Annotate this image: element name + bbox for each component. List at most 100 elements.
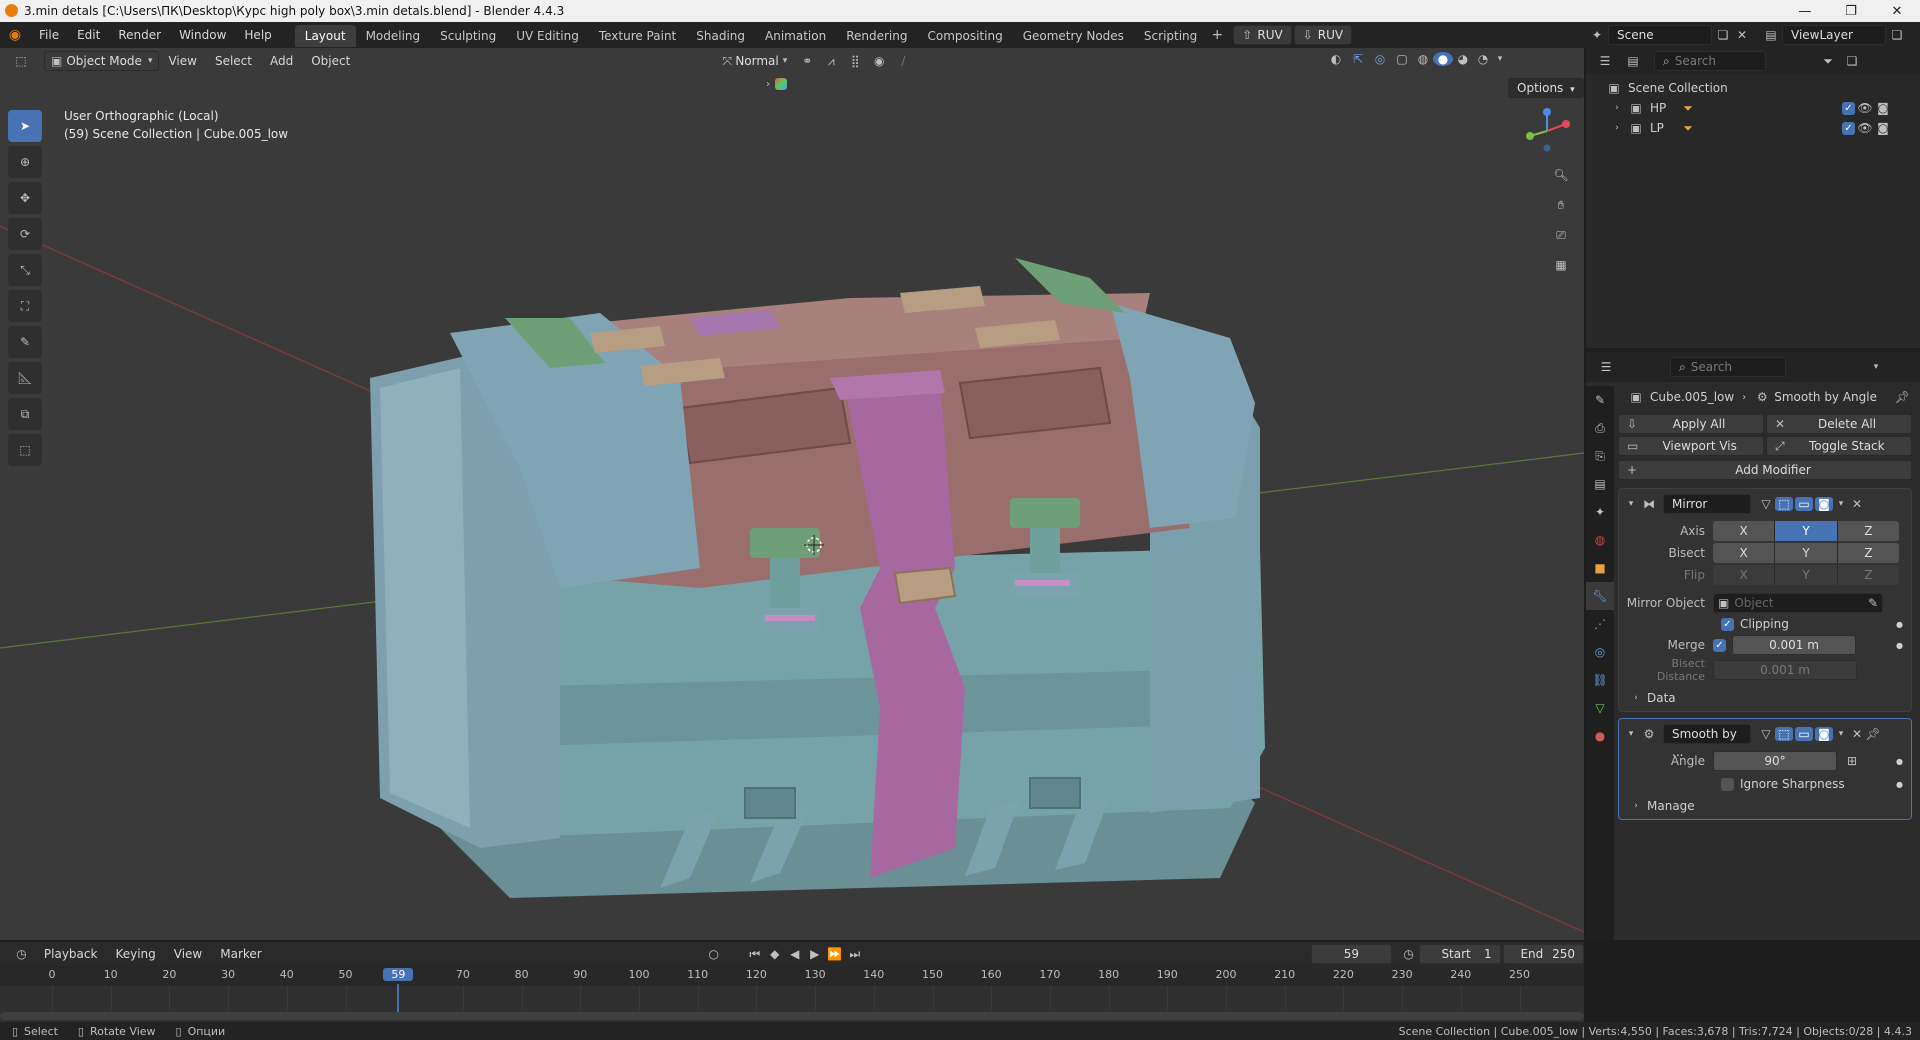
mode-dropdown[interactable]: ▣ Object Mode ▾ <box>44 51 160 71</box>
keyframe-dot-icon[interactable]: ● <box>1896 780 1903 789</box>
stopwatch-icon[interactable]: ◷ <box>1398 947 1419 961</box>
display-mode-icon[interactable]: ▤ <box>1618 54 1648 68</box>
viewlayer-selector[interactable]: ▤ ViewLayer ❏ <box>1760 25 1908 45</box>
prev-keyframe-icon[interactable]: ◆ <box>765 947 785 961</box>
navigation-gizmo[interactable] <box>1522 106 1572 156</box>
tab-layout[interactable]: Layout <box>294 25 356 47</box>
blender-menu-icon[interactable]: ◉ <box>0 27 30 43</box>
lp-include-checkbox[interactable]: ✓ <box>1842 121 1855 135</box>
menu-edit[interactable]: Edit <box>68 22 109 48</box>
end-frame-field[interactable]: End 250 <box>1502 944 1585 964</box>
viewport-toggle-icon[interactable]: ▭ <box>1795 497 1813 511</box>
mirror-name-field[interactable]: Mirror <box>1663 494 1751 514</box>
timeline-menu-keying[interactable]: Keying <box>106 941 164 967</box>
timeline-menu-playback[interactable]: Playback <box>35 941 107 967</box>
play-reverse-icon[interactable]: ◀ <box>785 947 805 961</box>
add-modifier-button[interactable]: + Add Modifier <box>1618 460 1912 480</box>
vp-menu-add[interactable]: Add <box>261 48 302 74</box>
eyedropper-icon[interactable]: ✎ <box>1868 594 1878 612</box>
chevron-down-icon[interactable]: ▾ <box>1625 499 1637 509</box>
tab-scene[interactable]: ✦ <box>1586 498 1614 526</box>
ruv-button-2[interactable]: ⇩ RUV <box>1293 25 1353 45</box>
jump-end-icon[interactable]: ⏭ <box>845 947 865 962</box>
hp-eye-icon[interactable]: 👁︎ <box>1855 101 1875 115</box>
camera-icon[interactable]: ⎚ <box>1548 222 1574 248</box>
ruv-button-1[interactable]: ⇧ RUV <box>1233 25 1292 45</box>
cursor-tool[interactable]: ⊕ <box>8 146 42 178</box>
modifier-menu-icon[interactable]: ▾ <box>1833 499 1849 509</box>
snap-target-icon[interactable]: ⣿ <box>843 54 867 68</box>
pin-icon[interactable]: 📌︎ <box>1865 727 1881 741</box>
flip-y-button[interactable]: Y <box>1775 565 1838 585</box>
viewport-scene[interactable] <box>0 48 1584 940</box>
bisect-z-button[interactable]: Z <box>1837 543 1899 563</box>
auto-keying-icon[interactable]: ○ <box>703 947 725 961</box>
ignore-sharpness-checkbox[interactable] <box>1721 777 1734 791</box>
filter-icon[interactable]: ⏷ <box>1816 54 1840 69</box>
node-socket-icon[interactable]: ⊞ <box>1843 754 1861 768</box>
proportional-edit-icon[interactable]: ◉ <box>867 54 891 68</box>
menu-window[interactable]: Window <box>170 22 235 48</box>
scale-tool[interactable]: ⤡ <box>8 254 42 286</box>
editor-type-icon[interactable]: ⬚ <box>6 54 36 68</box>
options-dropdown[interactable]: Options ▾ <box>1508 78 1584 98</box>
menu-render[interactable]: Render <box>109 22 170 48</box>
lp-render-camera-icon[interactable]: ◙ <box>1875 121 1891 135</box>
hp-include-checkbox[interactable]: ✓ <box>1842 101 1855 115</box>
jump-start-icon[interactable]: ⏮ <box>745 947 765 962</box>
annotate-tool[interactable]: ✎ <box>8 326 42 358</box>
pan-hand-icon[interactable]: ✋︎ <box>1548 192 1574 218</box>
axis-x-button[interactable]: X <box>1713 521 1776 541</box>
axis-z-button[interactable]: Z <box>1837 521 1899 541</box>
apply-all-button[interactable]: ⇩ Apply All <box>1618 414 1764 434</box>
menu-help[interactable]: Help <box>235 22 280 48</box>
tab-render[interactable]: ⎙ <box>1586 414 1614 442</box>
scene-field[interactable]: Scene <box>1608 25 1712 45</box>
clipping-checkbox[interactable]: ✓ <box>1721 617 1734 631</box>
material-shading-icon[interactable]: ◕ <box>1453 52 1473 66</box>
delete-scene-icon[interactable]: ✕ <box>1734 28 1750 42</box>
keyframe-dot-icon[interactable]: ● <box>1896 620 1903 629</box>
clipping-row[interactable]: ✓ Clipping ● <box>1625 617 1905 631</box>
modifier-menu-icon[interactable]: ▾ <box>1833 729 1849 739</box>
visibility-icon[interactable]: ◐ <box>1325 52 1347 66</box>
outliner-search[interactable]: ⌕ Search <box>1654 51 1766 71</box>
tab-material[interactable]: ● <box>1586 722 1614 750</box>
remove-modifier-icon[interactable]: ✕ <box>1849 497 1865 511</box>
tab-output[interactable]: ⎘ <box>1586 442 1614 470</box>
tab-tool[interactable]: ✎ <box>1586 386 1614 414</box>
chevron-down-icon[interactable]: ▾ <box>1866 362 1886 372</box>
tab-texture-paint[interactable]: Texture Paint <box>589 25 686 47</box>
merge-distance-field[interactable]: 0.001 m <box>1732 635 1856 655</box>
cage-toggle-icon[interactable]: ⬚ <box>1775 727 1793 741</box>
timeline-menu-view[interactable]: View <box>165 941 211 967</box>
transform-orientation[interactable]: ⤧ Normal ▾ <box>719 54 788 69</box>
transform-tool[interactable]: ⛶ <box>8 290 42 322</box>
tab-animation[interactable]: Animation <box>755 25 836 47</box>
new-scene-icon[interactable]: ❏ <box>1712 28 1734 42</box>
vp-menu-object[interactable]: Object <box>302 48 359 74</box>
outliner-item-hp[interactable]: › ▣ HP ⏷ ✓ 👁︎ ◙ <box>1586 98 1920 118</box>
bisect-y-button[interactable]: Y <box>1775 543 1838 563</box>
menu-file[interactable]: File <box>30 22 68 48</box>
solid-shading-icon[interactable]: ● <box>1433 52 1453 66</box>
tab-data[interactable]: ▽ <box>1586 694 1614 722</box>
tab-world[interactable]: ◍ <box>1586 526 1614 554</box>
minimize-button[interactable]: — <box>1782 0 1828 22</box>
shading-options-icon[interactable]: ▾ <box>1493 54 1507 64</box>
flip-x-button[interactable]: X <box>1713 565 1776 585</box>
vp-menu-view[interactable]: View <box>159 48 205 74</box>
merge-checkbox[interactable]: ✓ <box>1713 638 1726 652</box>
start-frame-field[interactable]: Start 1 <box>1419 944 1501 964</box>
play-icon[interactable]: ▶ <box>805 947 825 961</box>
current-frame-marker[interactable]: 59 <box>383 968 414 981</box>
rotate-tool[interactable]: ⟳ <box>8 218 42 250</box>
viewport-toggle-icon[interactable]: ▭ <box>1795 727 1813 741</box>
edit-mode-toggle-icon[interactable]: ▽ <box>1757 727 1775 741</box>
manage-subpanel[interactable]: › Manage <box>1625 799 1905 813</box>
cage-toggle-icon[interactable]: ⬚ <box>1775 497 1793 511</box>
edit-mode-toggle-icon[interactable]: ▽ <box>1757 497 1775 511</box>
tab-compositing[interactable]: Compositing <box>917 25 1012 47</box>
timeline-menu-marker[interactable]: Marker <box>211 941 270 967</box>
tab-scripting[interactable]: Scripting <box>1134 25 1207 47</box>
